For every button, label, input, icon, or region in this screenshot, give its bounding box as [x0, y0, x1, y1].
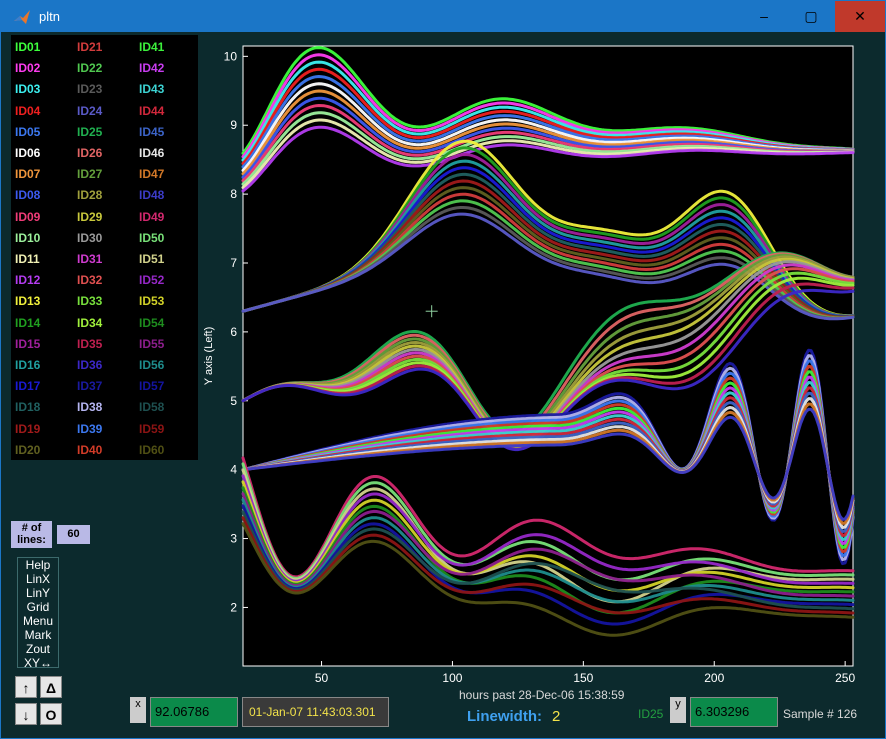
selected-series-id: ID25	[638, 707, 664, 721]
menu-item-6[interactable]: Zout	[18, 642, 58, 656]
y-tick-label: 9	[230, 118, 237, 132]
x-readout-label: x	[130, 697, 146, 723]
menu-item-7[interactable]: XY↔	[18, 656, 58, 670]
linewidth-value: 2	[552, 708, 561, 725]
matlab-icon	[13, 8, 31, 26]
y-tick-label: 2	[230, 600, 237, 614]
x-readout-field[interactable]: 92.06786	[150, 697, 238, 727]
y-tick-label: 6	[230, 325, 237, 339]
up-button[interactable]: ↑	[15, 676, 37, 698]
y-tick-label: 7	[230, 256, 237, 270]
menu-item-2[interactable]: LinY	[18, 586, 58, 600]
menu-item-1[interactable]: LinX	[18, 572, 58, 586]
x-tick-label: 100	[442, 671, 462, 685]
y-tick-label: 4	[230, 463, 237, 477]
x-tick-label: 250	[835, 671, 855, 685]
y-tick-label: 10	[224, 49, 238, 63]
o-button[interactable]: O	[40, 703, 62, 725]
maximize-button[interactable]: ▢	[788, 1, 834, 32]
y-axis-label: Y axis (Left)	[203, 327, 215, 386]
menu-item-5[interactable]: Mark	[18, 628, 58, 642]
line-chart[interactable]: 50 100 150 200 250 2 3 4 5 6 7 8 9 10 Y axis (Left)	[0, 31, 884, 737]
x-axis-label: hours past 28-Dec-06 15:38:59	[459, 688, 625, 702]
menu-item-4[interactable]: Menu	[18, 614, 58, 628]
menu-item-0[interactable]: Help	[18, 558, 58, 572]
linewidth-label: Linewidth:	[467, 708, 542, 725]
title-bar[interactable]: pltn – ▢ ✕	[1, 1, 885, 32]
command-menu: Help LinX LinY Grid Menu Mark Zout XY↔	[17, 557, 59, 670]
y-readout-field[interactable]: 6.303296	[690, 697, 778, 727]
y-tick-label: 8	[230, 187, 237, 201]
x-tick-label: 150	[573, 671, 593, 685]
date-readout-field[interactable]: 01-Jan-07 11:43:03.301	[242, 697, 389, 727]
menu-item-3[interactable]: Grid	[18, 600, 58, 614]
sample-counter: Sample # 126	[783, 707, 858, 721]
y-readout-label: y	[670, 697, 686, 723]
minimize-button[interactable]: –	[741, 1, 787, 32]
x-tick-label: 50	[315, 671, 329, 685]
y-tick-label: 5	[230, 394, 237, 408]
close-button[interactable]: ✕	[835, 1, 885, 32]
x-tick-label: 200	[704, 671, 724, 685]
delta-button[interactable]: Δ	[40, 676, 62, 698]
line-count-field[interactable]: 60	[57, 525, 90, 544]
down-button[interactable]: ↓	[15, 703, 37, 725]
y-tick-label: 3	[230, 532, 237, 546]
window-title: pltn	[39, 9, 60, 24]
line-count-label: # of lines:	[11, 521, 52, 548]
